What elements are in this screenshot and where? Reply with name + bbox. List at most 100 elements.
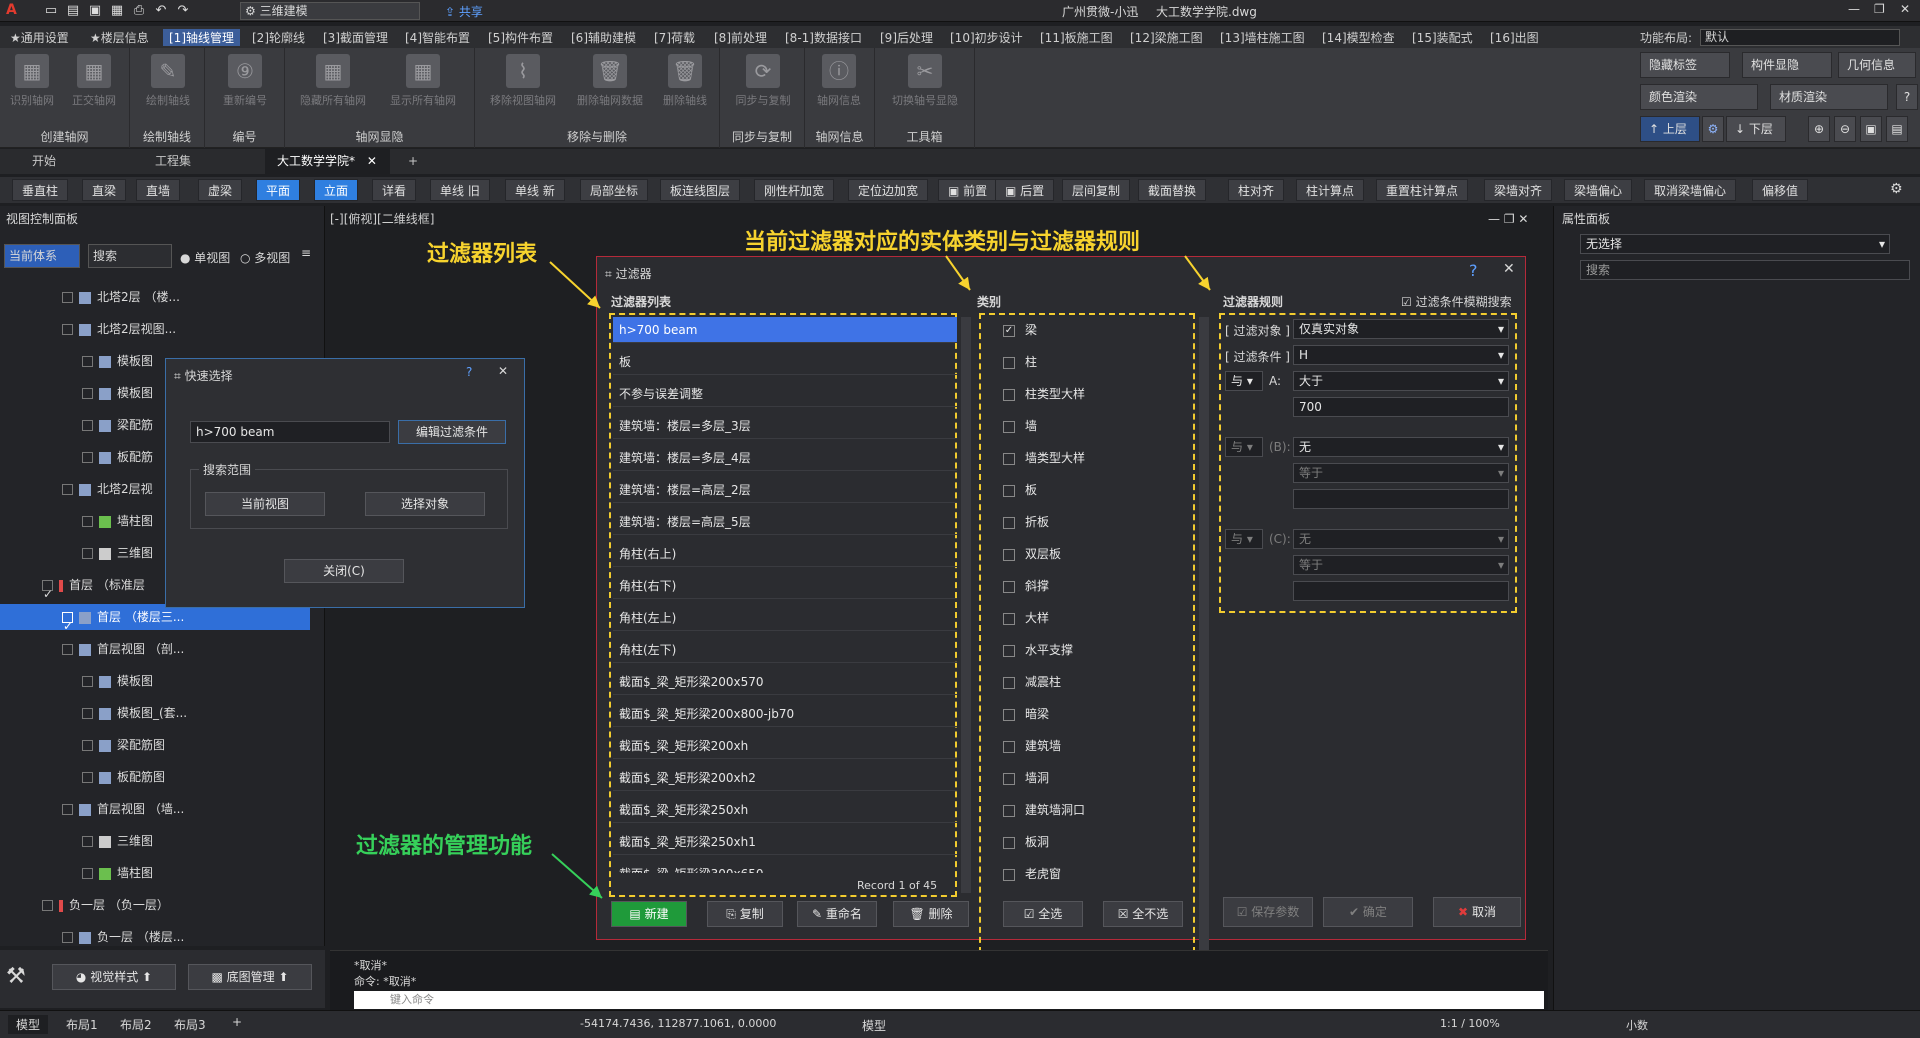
filter-list-item[interactable]: 不参与误差调整 bbox=[613, 381, 957, 407]
category-checkbox[interactable]: 暗梁 bbox=[1003, 701, 1049, 727]
filter-list-item[interactable]: 角柱(左上) bbox=[613, 605, 957, 631]
gear-icon[interactable]: ⚙ bbox=[1702, 116, 1724, 142]
delete-filter-button[interactable]: 🗑 删除 bbox=[893, 901, 969, 927]
c-value-input[interactable] bbox=[1293, 581, 1509, 601]
category-checkbox[interactable]: 斜撑 bbox=[1003, 573, 1049, 599]
add-layout-button[interactable]: + bbox=[232, 1015, 242, 1029]
delete-axis-line-button[interactable]: 🗑 删除轴线 bbox=[655, 52, 715, 122]
and-select-b[interactable]: 与 ▾ bbox=[1225, 437, 1263, 457]
category-scrollbar[interactable] bbox=[1199, 317, 1209, 953]
current-view-button[interactable]: 当前视图 bbox=[205, 492, 325, 516]
single-view-radio[interactable]: ● 单视图 bbox=[180, 249, 230, 266]
property-search-input[interactable]: 搜索 bbox=[1580, 260, 1910, 280]
app-logo[interactable]: A bbox=[6, 2, 17, 18]
material-render-button[interactable]: 材质渲染 bbox=[1770, 84, 1888, 110]
menu-item[interactable]: [14]模型检查 bbox=[1322, 29, 1395, 46]
fuzzy-search-checkbox[interactable]: ☑ 过滤条件模糊搜索 bbox=[1401, 293, 1512, 310]
tool-button[interactable]: 刚性杆加宽 bbox=[754, 179, 835, 201]
zoom-window-icon[interactable]: ▣ bbox=[1860, 116, 1882, 142]
toggle-axis-number-button[interactable]: ✂ 切换轴号显隐 bbox=[883, 52, 967, 122]
tab-start[interactable]: 开始 bbox=[20, 149, 68, 174]
save-params-button[interactable]: ☑ 保存参数 bbox=[1223, 897, 1313, 927]
tree-item[interactable]: 墙柱图 bbox=[0, 860, 310, 886]
lower-floor-button[interactable]: ↓ 下层 bbox=[1726, 116, 1786, 142]
undo-icon[interactable]: ↶ bbox=[152, 2, 170, 20]
multi-view-radio[interactable]: ○ 多视图 bbox=[240, 249, 290, 266]
tool-button[interactable]: 偏移值 bbox=[1752, 179, 1809, 201]
tool-button[interactable]: 垂直柱 bbox=[12, 179, 69, 201]
share-link[interactable]: ⇪ 共享 bbox=[445, 3, 483, 20]
save-icon[interactable]: ▣ bbox=[86, 2, 104, 20]
tool-button[interactable]: 详看 bbox=[372, 179, 417, 201]
menu-item[interactable]: [15]装配式 bbox=[1412, 29, 1473, 46]
filter-list-item[interactable]: 截面$_梁_矩形梁200x800-jb70 bbox=[613, 701, 957, 727]
category-checkbox[interactable]: 板洞 bbox=[1003, 829, 1049, 855]
tool-button[interactable]: 截面替换 bbox=[1138, 179, 1207, 201]
tool-button[interactable]: 板连线图层 bbox=[660, 179, 741, 201]
zoom-in-icon[interactable]: ⊕ bbox=[1808, 116, 1830, 142]
menu-item-axis[interactable]: [1]轴线管理 bbox=[163, 29, 240, 46]
menu-item[interactable]: [3]截面管理 bbox=[323, 29, 388, 46]
select-object-button[interactable]: 选择对象 bbox=[365, 492, 485, 516]
tool-button[interactable]: 单线 新 bbox=[505, 179, 565, 201]
filter-list-item[interactable]: 截面$_梁_矩形梁200xh bbox=[613, 733, 957, 759]
show-all-axis-button[interactable]: ▦ 显示所有轴网 bbox=[383, 52, 463, 122]
viewport-label[interactable]: [-][俯视][二维线框] bbox=[330, 210, 434, 227]
tree-item[interactable]: 模板图 bbox=[0, 668, 310, 694]
category-checkbox[interactable]: 墙洞 bbox=[1003, 765, 1049, 791]
tool-button-back[interactable]: ▣ 后置 bbox=[995, 179, 1055, 201]
c-compare-select[interactable]: 等于 ▾ bbox=[1293, 555, 1509, 575]
menu-item[interactable]: ★通用设置 bbox=[10, 29, 69, 46]
search-select[interactable]: 搜索 bbox=[88, 244, 172, 268]
tool-button-plan[interactable]: 平面 bbox=[256, 179, 301, 201]
tool-button[interactable]: 定位边加宽 bbox=[848, 179, 929, 201]
category-checkbox[interactable]: 柱类型大样 bbox=[1003, 381, 1085, 407]
workspace-select[interactable]: ⚙ 三维建模 bbox=[240, 2, 420, 20]
filter-list-item[interactable]: 角柱(右上) bbox=[613, 541, 957, 567]
tree-item[interactable]: 北塔2层 （楼... bbox=[0, 284, 310, 310]
tool-button[interactable]: 层间复制 bbox=[1062, 179, 1131, 201]
tab-layout1[interactable]: 布局1 bbox=[66, 1016, 98, 1033]
copy-filter-button[interactable]: ⎘ 复制 bbox=[707, 901, 783, 927]
tool-button[interactable]: 梁墙偏心 bbox=[1564, 179, 1633, 201]
open-icon[interactable]: ▤ bbox=[64, 2, 82, 20]
select-none-button[interactable]: ☒ 全不选 bbox=[1103, 901, 1183, 927]
upper-floor-button[interactable]: ↑ 上层 bbox=[1640, 116, 1700, 142]
visual-style-button[interactable]: ◕ 视觉样式 ⬆ bbox=[52, 964, 176, 990]
tree-item[interactable]: 模板图_(套... bbox=[0, 700, 310, 726]
ok-button[interactable]: ✔ 确定 bbox=[1323, 897, 1413, 927]
menu-item[interactable]: [2]轮廓线 bbox=[252, 29, 305, 46]
orthogonal-axis-button[interactable]: ▦ 正交轴网 bbox=[66, 52, 122, 122]
cancel-button[interactable]: ✖ 取消 bbox=[1433, 897, 1521, 927]
tab-project-set[interactable]: 工程集 bbox=[143, 149, 203, 174]
unit-select[interactable]: 小数 bbox=[1626, 1017, 1648, 1033]
category-checkbox[interactable]: 减震柱 bbox=[1003, 669, 1061, 695]
menu-item[interactable]: [10]初步设计 bbox=[950, 29, 1023, 46]
delete-axis-data-button[interactable]: 🗑 删除轴网数据 bbox=[570, 52, 650, 122]
minimize-button[interactable]: — bbox=[1848, 2, 1860, 16]
filter-list-scrollbar[interactable] bbox=[961, 317, 971, 893]
tree-item[interactable]: 梁配筋图 bbox=[0, 732, 310, 758]
category-checkbox[interactable]: 建筑墙 bbox=[1003, 733, 1061, 759]
filter-list-item[interactable]: 角柱(左下) bbox=[613, 637, 957, 663]
filter-object-select[interactable]: 仅真实对象 ▾ bbox=[1293, 319, 1509, 339]
menu-item[interactable]: [13]墙柱施工图 bbox=[1220, 29, 1305, 46]
zoom-extent-icon[interactable]: ▤ bbox=[1886, 116, 1908, 142]
tool-button[interactable]: 柱计算点 bbox=[1296, 179, 1365, 201]
tool-button-elevation[interactable]: 立面 bbox=[314, 179, 359, 201]
tree-item[interactable]: 首层视图 （墙... bbox=[0, 796, 310, 822]
category-checkbox[interactable]: 折板 bbox=[1003, 509, 1049, 535]
filter-select[interactable]: h>700 beam bbox=[190, 421, 390, 443]
filter-list-item[interactable]: 截面$_梁_矩形梁250xh1 bbox=[613, 829, 957, 855]
filter-list-item[interactable]: 建筑墙：楼层=高层_2层 bbox=[613, 477, 957, 503]
filter-list-item[interactable]: 截面$_梁_矩形梁250xh bbox=[613, 797, 957, 823]
category-checkbox[interactable]: 墙类型大样 bbox=[1003, 445, 1085, 471]
print-icon[interactable]: ⎙ bbox=[130, 2, 148, 20]
menu-item[interactable]: [8-1]数据接口 bbox=[785, 29, 862, 46]
menu-icon[interactable]: ≡ bbox=[296, 246, 316, 266]
close-icon[interactable]: ✕ bbox=[498, 364, 508, 378]
help-icon[interactable]: ? bbox=[1896, 84, 1918, 110]
menu-item[interactable]: [8]前处理 bbox=[714, 29, 767, 46]
base-map-button[interactable]: ▩ 底图管理 ⬆ bbox=[188, 964, 312, 990]
help-icon[interactable]: ? bbox=[1469, 261, 1478, 280]
